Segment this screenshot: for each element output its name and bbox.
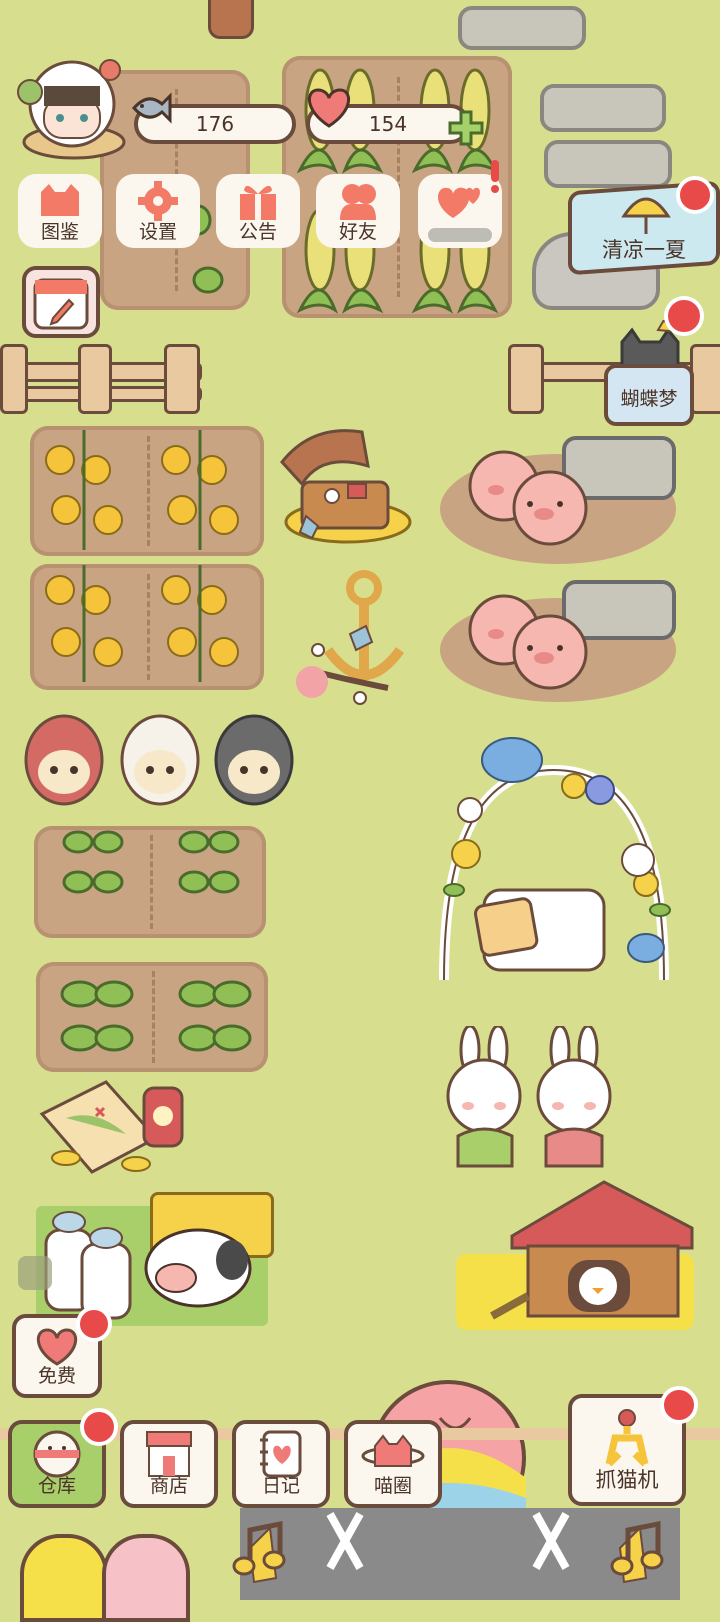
stone-path xyxy=(540,84,666,132)
free-gift-badge xyxy=(76,1306,112,1342)
stone-path xyxy=(544,140,672,188)
fish-count-value: 176 xyxy=(195,112,235,136)
fence-post xyxy=(78,344,112,414)
friends-icon xyxy=(340,184,376,220)
summer-event-badge xyxy=(676,176,714,214)
butterfly-dream-event[interactable]: 蝴蝶梦 xyxy=(604,320,694,426)
fence-post xyxy=(164,344,200,414)
friends-label: 好友 xyxy=(338,221,377,243)
shop-label: 商店 xyxy=(149,1475,188,1497)
gift-icon xyxy=(240,185,276,220)
claw-icon xyxy=(605,1409,649,1467)
settings-button[interactable]: 设置 xyxy=(116,174,200,248)
settings-label: 设置 xyxy=(138,221,177,243)
anchor-decoration[interactable] xyxy=(288,570,408,710)
warehouse-badge xyxy=(80,1408,118,1446)
stone-path xyxy=(458,6,586,50)
announcement-label: 公告 xyxy=(238,221,277,243)
friends-button[interactable]: 好友 xyxy=(316,174,400,248)
pink-cat-peek[interactable] xyxy=(102,1534,190,1622)
progress-pill xyxy=(428,228,492,242)
heart-gift-icon xyxy=(37,1328,77,1366)
summer-event-label: 清凉一夏 xyxy=(602,238,686,262)
shop-button[interactable]: 商店 xyxy=(120,1420,218,1508)
heart-icon xyxy=(308,88,350,128)
claw-machine-label: 抓猫机 xyxy=(595,1468,659,1492)
planet-icon xyxy=(361,1434,425,1467)
add-heart-button[interactable] xyxy=(446,108,486,148)
flower-swing-decoration[interactable] xyxy=(424,730,686,1022)
cat-book-icon xyxy=(41,184,79,216)
diary-label: 日记 xyxy=(261,1475,300,1497)
plus-icon xyxy=(448,110,484,146)
treasure-map-decoration[interactable] xyxy=(36,1068,196,1178)
gear-icon xyxy=(138,181,178,221)
collection-button[interactable]: 图鉴 xyxy=(18,174,102,248)
milk-cans-decoration[interactable] xyxy=(42,1200,136,1320)
cow-decoration[interactable] xyxy=(142,1226,254,1310)
treasure-chest-decoration[interactable] xyxy=(272,422,414,548)
music-note-icon[interactable] xyxy=(608,1518,668,1578)
announcement-button[interactable]: 公告 xyxy=(216,174,300,248)
collection-label: 图鉴 xyxy=(40,221,79,243)
pigs-group-1[interactable] xyxy=(462,448,602,548)
meow-circle-button[interactable]: 喵圈 xyxy=(344,1420,442,1508)
hearts-icon xyxy=(438,187,480,218)
camera-toggle-button[interactable] xyxy=(18,1256,52,1290)
leafy-crops[interactable] xyxy=(52,818,252,1062)
daruma-owls-decoration[interactable] xyxy=(24,712,294,806)
fence-post xyxy=(508,344,544,414)
diary-button[interactable]: 日记 xyxy=(232,1420,330,1508)
stool-decoration[interactable] xyxy=(208,0,254,39)
yellow-flower-crops[interactable] xyxy=(36,420,260,690)
calendar-button[interactable] xyxy=(22,266,100,338)
butterfly-dream-label: 蝴蝶梦 xyxy=(620,388,678,410)
meow-circle-label: 喵圈 xyxy=(373,1475,412,1497)
alert-exclamation-icon xyxy=(488,160,502,194)
pigs-group-2[interactable] xyxy=(462,592,602,692)
free-gift-label: 免费 xyxy=(37,1365,76,1387)
calendar-pencil-icon xyxy=(33,278,89,330)
claw-machine-badge xyxy=(660,1386,698,1424)
yellow-cat-peek[interactable] xyxy=(20,1534,108,1622)
fence-post xyxy=(0,344,28,414)
butterfly-dream-badge xyxy=(664,296,704,336)
parasol-icon xyxy=(621,197,671,234)
bunnies-decoration[interactable] xyxy=(442,1026,618,1172)
fence-post xyxy=(690,344,720,414)
music-note-icon[interactable] xyxy=(230,1518,290,1578)
chick-coop-decoration[interactable] xyxy=(488,1176,696,1326)
heart-count-value: 154 xyxy=(368,112,408,136)
warehouse-label: 仓库 xyxy=(37,1475,76,1497)
player-avatar[interactable] xyxy=(14,52,126,162)
fish-icon xyxy=(132,92,172,124)
